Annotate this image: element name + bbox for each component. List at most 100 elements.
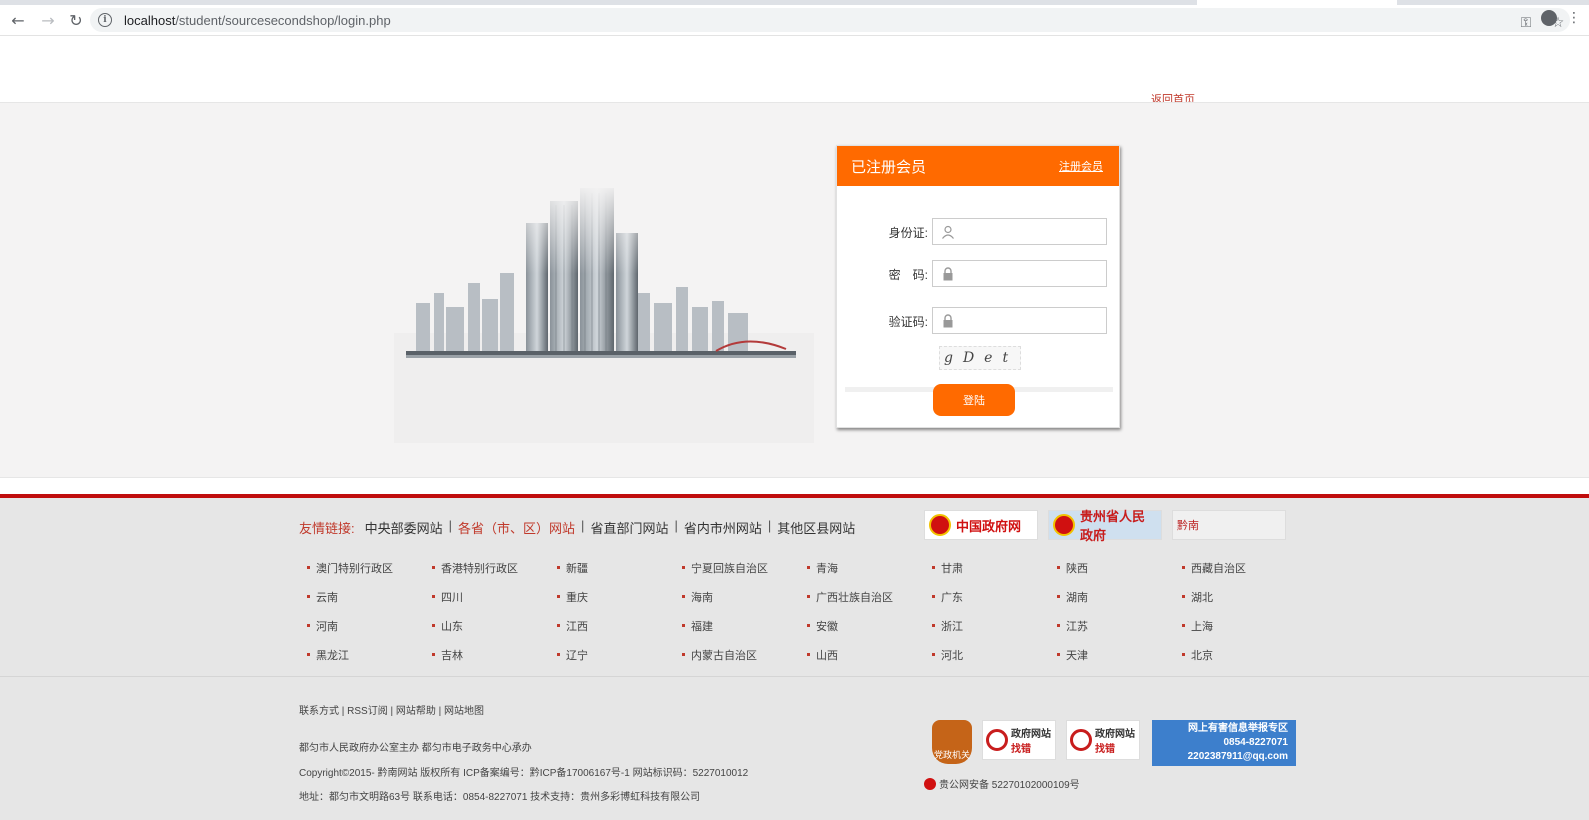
region-link[interactable]: 山西	[807, 647, 932, 662]
site-info-icon[interactable]: i	[98, 13, 112, 27]
party-gov-shield-icon[interactable]: 党政机关	[932, 720, 972, 764]
gov-error-finder-1[interactable]: 政府网站 找错	[982, 720, 1056, 760]
back-icon[interactable]: ←	[6, 8, 30, 32]
report-email: 2202387911@qq.com	[1187, 751, 1288, 762]
region-link[interactable]: 福建	[682, 618, 807, 633]
gov-error-finder-2[interactable]: 政府网站 找错	[1066, 720, 1140, 760]
password-field-row: 密 码:	[837, 260, 1121, 288]
region-link[interactable]: 辽宁	[557, 647, 682, 662]
captcha-image[interactable]: gDet	[939, 346, 1021, 370]
page-header: 返回首页	[0, 36, 1589, 106]
friend-link-counties[interactable]: 其他区县网站	[771, 518, 861, 537]
region-link[interactable]: 河南	[307, 618, 432, 633]
friend-link-central[interactable]: 中央部委网站	[355, 518, 449, 537]
region-link[interactable]: 江西	[557, 618, 682, 633]
login-section: 已注册会员 注册会员 身份证: 密 码: 验证码: gDet 登陆	[0, 102, 1589, 478]
national-emblem-icon	[929, 514, 951, 536]
region-link[interactable]: 广西壮族自治区	[807, 589, 932, 604]
lock-icon	[943, 267, 953, 281]
key-icon[interactable]: ⚿	[1514, 12, 1538, 34]
region-link[interactable]: 黑龙江	[307, 647, 432, 662]
police-badge-icon	[924, 777, 936, 790]
id-label: 身份证:	[888, 226, 928, 240]
error-label: 政府网站	[1011, 729, 1051, 740]
captcha-input[interactable]	[932, 307, 1107, 334]
region-link[interactable]: 浙江	[932, 618, 1057, 633]
footer-nav[interactable]: 联系方式 | RSS订阅 | 网站帮助 | 网站地图	[299, 702, 484, 717]
region-link[interactable]: 江苏	[1057, 618, 1182, 633]
region-link[interactable]: 河北	[932, 647, 1057, 662]
forward-icon[interactable]: →	[36, 8, 60, 32]
magnifier-icon	[986, 729, 1008, 751]
guizhou-gov-text: 贵州省人民政府	[1080, 509, 1146, 543]
browser-toolbar: ← → ↻ i localhost/student/sourcesecondsh…	[0, 5, 1589, 36]
report-title: 网上有害信息举报专区	[1188, 723, 1288, 734]
address-bar[interactable]: i localhost/student/sourcesecondshop/log…	[90, 8, 1570, 32]
user-icon	[942, 225, 954, 239]
lock-icon	[943, 314, 953, 328]
error-sub: 找错	[1011, 744, 1031, 755]
error-label: 政府网站	[1095, 729, 1135, 740]
reload-icon[interactable]: ↻	[64, 8, 88, 32]
gov-badges: 中国政府网 贵州省人民政府 黔南	[924, 509, 1286, 543]
footer-copyright: Copyright©2015- 黔南网站 版权所有 ICP备案编号：黔ICP备1…	[299, 768, 749, 779]
region-link[interactable]: 香港特别行政区	[432, 560, 557, 575]
login-button[interactable]: 登陆	[933, 384, 1015, 416]
captcha-label: 验证码:	[888, 315, 928, 329]
region-link[interactable]: 湖北	[1182, 589, 1307, 604]
friend-link-provinces[interactable]: 各省（市、区）网站	[452, 518, 581, 537]
region-link[interactable]: 内蒙古自治区	[682, 647, 807, 662]
id-input[interactable]	[932, 218, 1107, 245]
region-links: 澳门特别行政区 香港特别行政区 新疆 宁夏回族自治区 青海 甘肃 陕西 西藏自治区云南 四川 重庆…	[307, 560, 1307, 662]
gov-cn-badge[interactable]: 中国政府网	[924, 510, 1038, 540]
gov-cn-text: 中国政府网	[956, 518, 1022, 534]
region-link[interactable]: 山东	[432, 618, 557, 633]
region-link[interactable]: 西藏自治区	[1182, 560, 1307, 575]
url-path: /student/sourcesecondshop/login.php	[175, 12, 391, 28]
login-title: 已注册会员	[851, 158, 927, 176]
password-input[interactable]	[932, 260, 1107, 287]
footer-host: 都匀市人民政府办公室主办 都匀市电子政务中心承办	[299, 743, 532, 754]
national-emblem-icon	[1053, 514, 1075, 536]
captcha-field-row: 验证码:	[837, 307, 1121, 335]
magnifier-icon	[1070, 729, 1092, 751]
report-phone: 0854-8227071	[1223, 737, 1288, 748]
region-link[interactable]: 新疆	[557, 560, 682, 575]
police-record-text: 贵公网安备 52270102000109号	[939, 780, 1080, 791]
password-label: 密 码:	[888, 268, 928, 282]
menu-kebab-icon[interactable]: ⋮	[1567, 9, 1581, 27]
region-link[interactable]: 宁夏回族自治区	[682, 560, 807, 575]
region-link[interactable]: 四川	[432, 589, 557, 604]
region-link[interactable]: 云南	[307, 589, 432, 604]
region-link[interactable]: 北京	[1182, 647, 1307, 662]
region-link[interactable]: 重庆	[557, 589, 682, 604]
register-link[interactable]: 注册会员	[1059, 158, 1103, 174]
region-link[interactable]: 澳门特别行政区	[307, 560, 432, 575]
friend-links-label: 友情链接:	[299, 521, 355, 536]
footer-divider	[0, 676, 1589, 677]
region-link[interactable]: 青海	[807, 560, 932, 575]
region-link[interactable]: 吉林	[432, 647, 557, 662]
footer-stamps: 党政机关 政府网站 找错 政府网站 找错 网上有害信息举报专区 0854-82270…	[932, 720, 1296, 766]
friend-link-departments[interactable]: 省直部门网站	[584, 518, 674, 537]
region-link[interactable]: 上海	[1182, 618, 1307, 633]
report-zone-badge[interactable]: 网上有害信息举报专区 0854-8227071 2202387911@qq.co…	[1152, 720, 1296, 766]
guizhou-gov-badge[interactable]: 贵州省人民政府	[1048, 509, 1162, 543]
shield-text: 党政机关	[933, 751, 970, 761]
region-link[interactable]: 陕西	[1057, 560, 1182, 575]
region-link[interactable]: 安徽	[807, 618, 932, 633]
friend-link-cities[interactable]: 省内市州网站	[678, 518, 768, 537]
region-link[interactable]: 甘肃	[932, 560, 1057, 575]
police-record[interactable]: 贵公网安备 52270102000109号	[924, 776, 1080, 791]
region-link[interactable]: 海南	[682, 589, 807, 604]
url-host: localhost	[124, 12, 176, 28]
url-text: localhost/student/sourcesecondshop/login…	[124, 13, 391, 28]
cityscape-image	[386, 183, 836, 443]
region-link[interactable]: 天津	[1057, 647, 1182, 662]
profile-icon[interactable]	[1541, 10, 1557, 26]
qiannan-badge[interactable]: 黔南	[1172, 510, 1286, 540]
login-panel: 已注册会员 注册会员 身份证: 密 码: 验证码: gDet 登陆	[836, 145, 1120, 428]
region-link[interactable]: 湖南	[1057, 589, 1182, 604]
region-link[interactable]: 广东	[932, 589, 1057, 604]
footer-address: 地址：都匀市文明路63号 联系电话：0854-8227071 技术支持：贵州多彩…	[299, 792, 701, 803]
